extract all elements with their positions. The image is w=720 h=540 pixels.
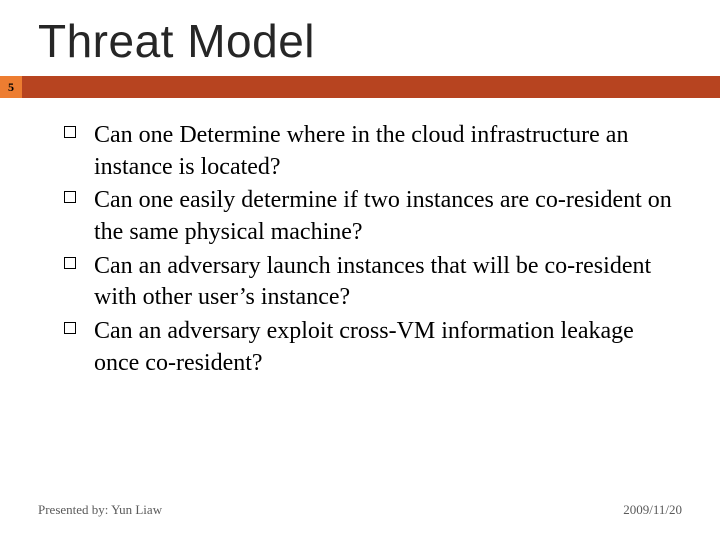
square-bullet-icon <box>64 322 76 334</box>
content-area: Can one Determine where in the cloud inf… <box>0 98 720 379</box>
page-number-box: 5 <box>0 76 22 98</box>
list-item: Can one easily determine if two instance… <box>64 185 680 248</box>
list-item: Can an adversary exploit cross-VM inform… <box>64 316 680 379</box>
footer: Presented by: Yun Liaw 2009/11/20 <box>38 502 682 518</box>
list-item-text: Can one easily determine if two instance… <box>94 187 672 245</box>
square-bullet-icon <box>64 126 76 138</box>
square-bullet-icon <box>64 191 76 203</box>
list-item-text: Can an adversary launch instances that w… <box>94 253 651 311</box>
slide-title: Threat Model <box>38 14 720 68</box>
list-item: Can an adversary launch instances that w… <box>64 251 680 314</box>
list-item-text: Can one Determine where in the cloud inf… <box>94 122 628 180</box>
list-item: Can one Determine where in the cloud inf… <box>64 120 680 183</box>
bullet-list: Can one Determine where in the cloud inf… <box>64 120 680 379</box>
date-label: 2009/11/20 <box>623 502 682 518</box>
page-number: 5 <box>8 80 14 95</box>
square-bullet-icon <box>64 257 76 269</box>
presenter-label: Presented by: Yun Liaw <box>38 502 162 518</box>
list-item-text: Can an adversary exploit cross-VM inform… <box>94 318 634 376</box>
title-area: Threat Model <box>0 0 720 76</box>
accent-bar: 5 <box>0 76 720 98</box>
